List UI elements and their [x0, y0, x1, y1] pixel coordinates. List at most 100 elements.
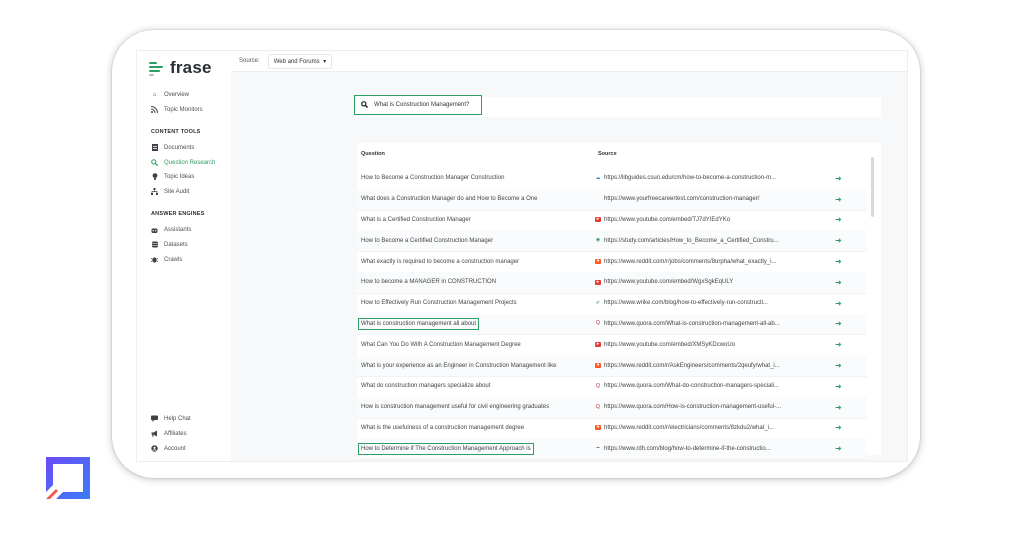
chevron-down-icon: ▾ — [323, 58, 327, 65]
frase-logo[interactable]: frase — [149, 58, 212, 78]
arrow-right-icon[interactable]: ➜ — [835, 423, 842, 432]
question-text[interactable]: How is construction management useful fo… — [361, 404, 549, 410]
question-text[interactable]: What do construction managers specialize… — [361, 383, 490, 389]
table-row[interactable]: How to Become a Construction Manager Con… — [357, 168, 867, 190]
wrike-icon: ✔ — [595, 299, 601, 306]
question-text[interactable]: How to Determine if The Construction Man… — [358, 442, 534, 455]
user-circle-icon — [151, 445, 158, 452]
question-text[interactable]: What is the usefulness of a construction… — [361, 425, 524, 431]
sidebar-item-account[interactable]: Account — [151, 445, 186, 452]
sidebar-item-crawls[interactable]: Crawls — [151, 256, 182, 263]
source-link[interactable]: ● https://www.reddit.com/r/jobs/comments/… — [595, 259, 776, 265]
arrow-right-icon[interactable]: ➜ — [835, 319, 842, 328]
search-input[interactable]: What is Construction Management? — [354, 95, 482, 115]
table-row[interactable]: What exactly is required to become a con… — [357, 251, 867, 273]
table-row[interactable]: How to Determine if The Construction Man… — [357, 438, 867, 461]
arrow-right-icon[interactable]: ➜ — [835, 257, 842, 266]
question-text[interactable]: How to Become a Certified Construction M… — [361, 238, 493, 244]
source-label: Source: — [239, 58, 260, 64]
sidebar-item-site-audit[interactable]: Site Audit — [151, 188, 189, 195]
source-link[interactable]: ▸ https://www.youtube.com/embed/TJ7dYIEdY… — [595, 217, 730, 223]
sidebar-item-datasets[interactable]: Datasets — [151, 241, 188, 248]
question-text[interactable]: What is construction management all abou… — [358, 317, 480, 330]
source-link[interactable]: ━ https://www.rdh.com/blog/how-to-determi… — [595, 445, 771, 452]
question-text[interactable]: What Can You Do With A Construction Mana… — [361, 342, 521, 348]
source-link[interactable]: ▸ https://www.youtube.com/embed/XMSyKDcwo… — [595, 342, 735, 348]
sidebar-item-label: Affiliates — [164, 430, 187, 437]
table-row[interactable]: What is a Certified Construction Manager… — [357, 210, 867, 232]
source-url: https://www.quora.com/What-do-constructi… — [604, 383, 780, 390]
table-row[interactable]: How is construction management useful fo… — [357, 396, 867, 419]
sidebar-item-documents[interactable]: Documents — [151, 144, 194, 151]
arrow-right-icon[interactable]: ➜ — [835, 278, 842, 287]
arrow-right-icon[interactable]: ➜ — [835, 215, 842, 224]
arrow-right-icon[interactable]: ➜ — [835, 361, 842, 370]
source-url: https://libguides.csun.edu/cm/how-to-bec… — [604, 175, 777, 182]
table-row[interactable]: What is your experience as an Engineer i… — [357, 355, 867, 377]
source-url: https://www.rdh.com/blog/how-to-determin… — [604, 445, 771, 452]
frase-logo-icon — [149, 61, 165, 76]
table-row[interactable]: How to Become a Certified Construction M… — [357, 230, 867, 253]
top-bar: Source: Web and Forums ▾ — [231, 51, 907, 72]
table-row[interactable]: What do construction managers specialize… — [357, 376, 867, 398]
sidebar-item-label: Overview — [164, 91, 190, 98]
source-dropdown[interactable]: Web and Forums ▾ — [267, 53, 333, 69]
source-link[interactable]: Qhttps://www.quora.com/What-is-construct… — [595, 321, 780, 327]
source-link[interactable]: ● https://www.reddit.com/r/AskEngineers/c… — [595, 363, 780, 369]
quora-icon: Q — [596, 403, 600, 410]
source-url: https://www.reddit.com/r/AskEngineers/co… — [604, 362, 780, 369]
arrow-right-icon[interactable]: ➜ — [835, 236, 842, 245]
table-row[interactable]: How to Effectively Run Construction Mana… — [357, 293, 867, 315]
arrow-right-icon[interactable]: ➜ — [835, 174, 842, 183]
table-row[interactable]: What is the usefulness of a construction… — [357, 418, 867, 440]
sidebar-item-topic-ideas[interactable]: Topic Ideas — [151, 173, 194, 180]
question-text[interactable]: What is a Certified Construction Manager — [361, 217, 471, 223]
results-table: Question Source How to Become a Construc… — [357, 143, 881, 461]
source-link[interactable]: ▸ https://www.youtube.com/embed/WgxSgkEqU… — [595, 279, 733, 285]
arrow-right-icon[interactable]: ➜ — [835, 299, 842, 308]
sidebar-item-help-chat[interactable]: Help Chat — [151, 415, 191, 422]
question-text[interactable]: What does a Construction Manager do and … — [361, 196, 537, 202]
arrow-right-icon[interactable]: ➜ — [835, 444, 842, 453]
quora-icon: Q — [596, 382, 600, 389]
document-icon — [151, 144, 158, 151]
source-link[interactable]: Qhttps://www.quora.com/How-is-constructi… — [595, 404, 781, 410]
scrollbar[interactable] — [871, 157, 874, 217]
youtube-icon: ▸ — [595, 216, 601, 223]
table-row[interactable]: How to become a MANAGER in CONSTRUCTION ▸… — [357, 272, 867, 294]
source-link[interactable]: ☁ https://libguides.csun.edu/cm/how-to-be… — [595, 175, 777, 182]
source-link[interactable]: ◉ https://study.com/articles/How_to_Becom… — [595, 238, 779, 244]
source-link[interactable]: Qhttps://www.quora.com/What-do-construct… — [595, 383, 779, 389]
question-text[interactable]: How to Become a Construction Manager Con… — [361, 175, 504, 181]
reddit-icon: ● — [595, 258, 601, 265]
sidebar-item-label: Topic Monitors — [164, 106, 203, 113]
content-tools-heading: CONTENT TOOLS — [151, 129, 201, 135]
sidebar-item-label: Site Audit — [164, 188, 190, 195]
rss-icon — [151, 106, 158, 113]
sidebar-item-topic-monitors[interactable]: Topic Monitors — [151, 106, 203, 113]
table-row[interactable]: What does a Construction Manager do and … — [357, 188, 867, 211]
table-row[interactable]: What Can You Do With A Construction Mana… — [357, 334, 867, 357]
source-link[interactable]: ● https://www.reddit.com/r/electricians/c… — [595, 425, 774, 431]
question-text[interactable]: What exactly is required to become a con… — [361, 259, 519, 265]
arrow-right-icon[interactable]: ➜ — [835, 195, 842, 204]
sidebar-item-affiliates[interactable]: Affiliates — [151, 430, 187, 437]
sidebar-item-question-research[interactable]: Question Research — [151, 159, 215, 166]
question-text[interactable]: What is your experience as an Engineer i… — [361, 363, 556, 369]
sidebar-item-overview[interactable]: ⌂ Overview — [151, 91, 189, 98]
table-row[interactable]: What is construction management all abou… — [357, 313, 867, 336]
arrow-right-icon[interactable]: ➜ — [835, 382, 842, 391]
sidebar: frase ⌂ Overview Topic Monitors CONTENT … — [137, 51, 232, 461]
question-text[interactable]: How to become a MANAGER in CONSTRUCTION — [361, 279, 496, 285]
source-url: https://www.quora.com/What-is-constructi… — [604, 320, 780, 327]
sidebar-item-label: Question Research — [164, 159, 216, 166]
source-link[interactable]: ✔ https://www.wrike.com/blog/how-to-effec… — [595, 300, 768, 306]
bug-icon — [151, 256, 158, 263]
main-content: Source: Web and Forums ▾ What is Constru… — [231, 51, 907, 461]
arrow-right-icon[interactable]: ➜ — [835, 340, 842, 349]
sidebar-item-label: Account — [164, 445, 186, 452]
source-link[interactable]: https://www.yourfreecareertest.com/const… — [595, 196, 759, 202]
arrow-right-icon[interactable]: ➜ — [835, 403, 842, 412]
sidebar-item-assistants[interactable]: Assistants — [151, 226, 191, 233]
question-text[interactable]: How to Effectively Run Construction Mana… — [361, 300, 517, 306]
